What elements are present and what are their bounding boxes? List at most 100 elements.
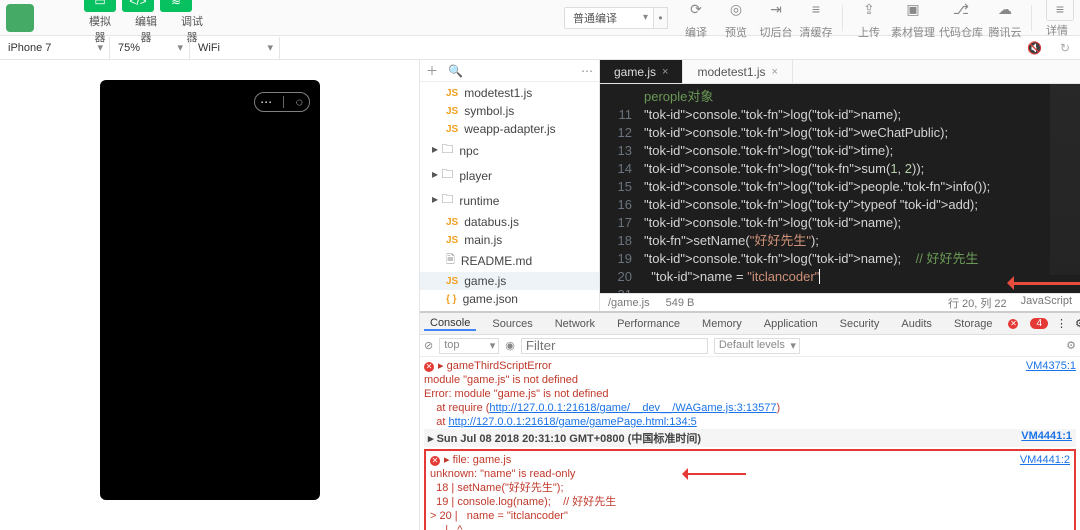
- editor-tab-modetest1-js[interactable]: modetest1.js ×: [683, 60, 792, 83]
- log2-file: file: game.js: [453, 454, 512, 466]
- log2-l19: 19 | console.log(name); // 好好先生: [430, 495, 1070, 509]
- capsule-close-icon[interactable]: ◌: [296, 95, 303, 109]
- log1-l4a: at: [424, 416, 448, 428]
- compile-mode-select[interactable]: 普通编译: [564, 7, 654, 29]
- context-select[interactable]: top: [439, 338, 499, 354]
- device-select[interactable]: iPhone 7: [0, 37, 110, 59]
- log1-l2: Error: module "game.js" is not defined: [424, 387, 1076, 401]
- close-icon[interactable]: ×: [662, 66, 668, 78]
- background-button[interactable]: ⇥: [758, 0, 794, 23]
- close-icon[interactable]: ×: [772, 66, 778, 78]
- tree-item-label: player: [459, 169, 492, 183]
- top-toolbar: ▭ </> ≋ 模拟器 编辑器 调试器 普通编译 • ⟳编译 ◎预览 ⇥切后台 …: [0, 0, 1080, 36]
- js-icon: JS: [446, 88, 458, 99]
- devtools-tab-application[interactable]: Application: [758, 318, 824, 330]
- compile-mode-value: 普通编译: [573, 10, 617, 26]
- zoom-select[interactable]: 75%: [110, 37, 190, 59]
- cloud-button[interactable]: ☁: [987, 0, 1023, 23]
- clear-console-icon[interactable]: ⊘: [424, 339, 433, 352]
- devtools-tab-memory[interactable]: Memory: [696, 318, 748, 330]
- project-avatar[interactable]: [6, 4, 34, 32]
- eye-icon[interactable]: ◉: [505, 339, 515, 352]
- devtools-settings-icon[interactable]: ⋮: [1056, 317, 1067, 330]
- tree-item-project-config-json[interactable]: { }project.config.json: [420, 308, 599, 311]
- debugger-button[interactable]: ≋: [160, 0, 192, 12]
- devtools-tab-network[interactable]: Network: [549, 318, 601, 330]
- simulator-button[interactable]: ▭: [84, 0, 116, 12]
- compile-mode-dropdown-icon[interactable]: •: [654, 7, 668, 29]
- devtools-tab-storage[interactable]: Storage: [948, 318, 999, 330]
- phone-screen[interactable]: ⋯ ◌: [100, 80, 320, 500]
- log2-src[interactable]: VM4441:2: [1020, 454, 1070, 466]
- error-highlight-box: ✕▸ file: game.jsVM4441:2 unknown: "name"…: [424, 449, 1076, 530]
- devtools-gear-icon[interactable]: ⚙: [1075, 317, 1080, 330]
- tab-label: game.js: [614, 65, 656, 79]
- log1-l4-link[interactable]: http://127.0.0.1:21618/game/gamePage.htm…: [448, 416, 696, 428]
- tree-item-modetest1-js[interactable]: JS modetest1.js: [420, 84, 599, 102]
- tree-item-npc[interactable]: ▸ 🗀 npc: [420, 138, 599, 163]
- repo-button[interactable]: ⎇: [943, 0, 979, 23]
- detail-button[interactable]: ≡: [1046, 0, 1074, 21]
- tree-item-main-js[interactable]: JSmain.js: [420, 231, 599, 249]
- context-value: top: [444, 339, 459, 351]
- console-body[interactable]: ✕▸ gameThirdScriptErrorVM4375:1 module "…: [420, 357, 1080, 530]
- mute-icon[interactable]: 🔇: [1019, 41, 1050, 55]
- devtools-tab-audits[interactable]: Audits: [895, 318, 938, 330]
- editor-tab-game-js[interactable]: game.js ×: [600, 60, 683, 83]
- device-value: iPhone 7: [8, 42, 51, 54]
- timestamp-src[interactable]: VM4441:1: [1021, 430, 1072, 442]
- annotation-arrow-code: [1000, 276, 1080, 290]
- tree-item-weapp-adapter-js[interactable]: JSweapp-adapter.js: [420, 120, 599, 138]
- error-icon: ✕: [1008, 319, 1018, 329]
- capsule-menu-icon[interactable]: ⋯: [260, 95, 272, 109]
- tree-item-label: symbol.js: [464, 104, 514, 118]
- tree-item-player[interactable]: ▸ 🗀player: [420, 163, 599, 188]
- tree-item-game-js[interactable]: JSgame.js: [420, 272, 599, 290]
- log1-source-link[interactable]: VM4375:1: [1026, 360, 1076, 372]
- console-filter-input[interactable]: [521, 338, 708, 354]
- clear-cache-button[interactable]: ≡: [798, 0, 834, 23]
- code-area[interactable]: 1112131415161718192021 perople对象"tok-id"…: [600, 84, 1080, 293]
- devtools-tab-sources[interactable]: Sources: [486, 318, 538, 330]
- tree-item-README-md[interactable]: 🗎README.md: [420, 249, 599, 272]
- json-icon: { }: [446, 294, 457, 305]
- material-button[interactable]: ▣: [895, 0, 931, 23]
- devtools-tab-console[interactable]: Console: [424, 317, 476, 331]
- upload-button[interactable]: ⇪: [851, 0, 887, 23]
- console-settings-icon[interactable]: ⚙: [1066, 339, 1076, 352]
- tree-item-label: npc: [459, 144, 478, 158]
- devtools-tab-performance[interactable]: Performance: [611, 318, 686, 330]
- compile-button[interactable]: ⟳: [678, 0, 714, 23]
- tab-label: modetest1.js: [697, 65, 765, 79]
- tree-more-icon[interactable]: ⋯: [581, 64, 593, 78]
- log1-l1: module "game.js" is not defined: [424, 373, 1076, 387]
- tree-item-symbol-js[interactable]: JSsymbol.js: [420, 102, 599, 120]
- tree-add-icon[interactable]: ＋: [426, 62, 438, 79]
- folder-icon: ▸ 🗀: [432, 140, 453, 161]
- tree-item-label: README.md: [461, 254, 532, 268]
- devtools-tab-security[interactable]: Security: [834, 318, 886, 330]
- timestamp-row: Sun Jul 08 2018 20:31:10 GMT+0800 (中国标准时…: [437, 433, 701, 445]
- rotate-icon[interactable]: ↻: [1050, 41, 1080, 55]
- tree-item-databus-js[interactable]: JSdatabus.js: [420, 213, 599, 231]
- js-icon: JS: [446, 276, 458, 287]
- editor-button[interactable]: </>: [122, 0, 154, 12]
- tree-item-label: modetest1.js: [464, 86, 532, 100]
- tree-item-runtime[interactable]: ▸ 🗀runtime: [420, 188, 599, 213]
- folder-icon: ▸ 🗀: [432, 190, 453, 211]
- preview-button[interactable]: ◎: [718, 0, 754, 23]
- status-size: 549 B: [666, 297, 695, 309]
- js-icon: JS: [446, 124, 458, 135]
- status-position: 行 20, 列 22: [948, 295, 1007, 311]
- editor-status-bar: /game.js 549 B 行 20, 列 22 JavaScript: [600, 293, 1080, 311]
- error-count-badge[interactable]: 4: [1030, 318, 1048, 329]
- code-editor: game.js × modetest1.js × 111213141516171819…: [600, 60, 1080, 311]
- tree-search-icon[interactable]: 🔍: [448, 64, 463, 78]
- log-levels-select[interactable]: Default levels: [714, 338, 800, 354]
- capsule[interactable]: ⋯ ◌: [254, 92, 310, 112]
- minimap[interactable]: [1050, 84, 1080, 275]
- log1-l3-link[interactable]: http://127.0.0.1:21618/game/__dev__/WAGa…: [489, 402, 776, 414]
- levels-value: Default levels: [719, 339, 785, 351]
- network-select[interactable]: WiFi: [190, 37, 280, 59]
- tree-item-game-json[interactable]: { }game.json: [420, 290, 599, 308]
